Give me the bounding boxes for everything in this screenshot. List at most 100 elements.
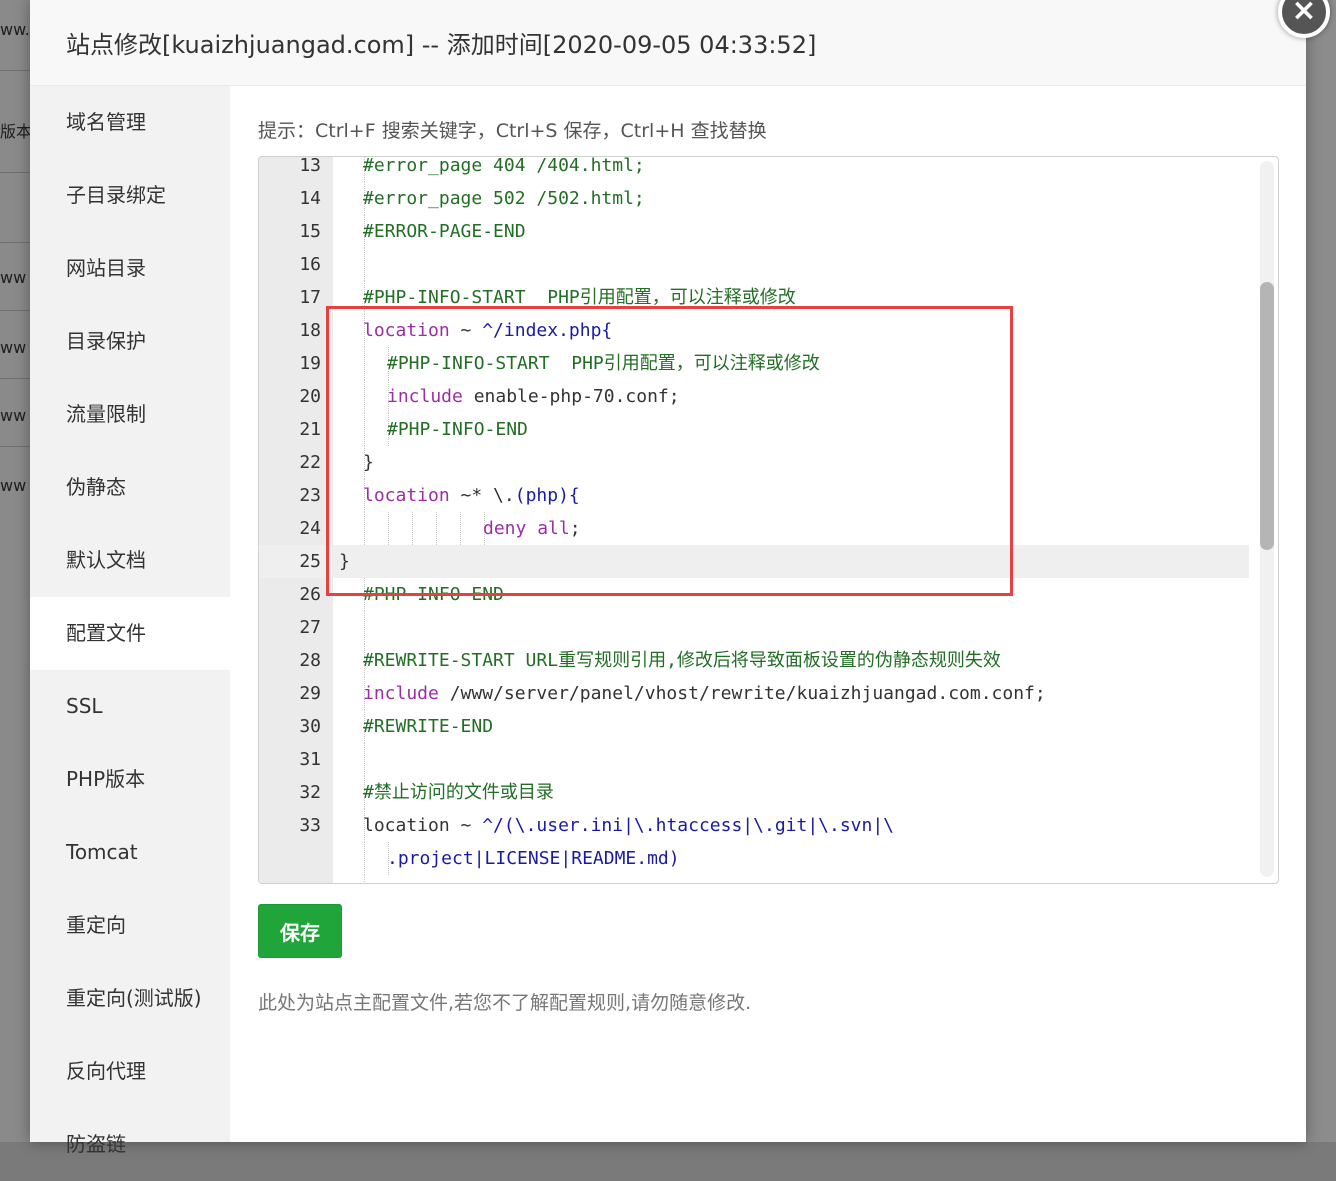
line-number: 30 (299, 716, 321, 737)
code-line[interactable]: 20 include enable-php-70.conf; (259, 380, 1249, 413)
code-token: { (363, 881, 374, 883)
scrollbar-thumb[interactable] (1260, 282, 1274, 550)
indent-guide (364, 248, 366, 281)
shortcut-hint: 提示：Ctrl+F 搜索关键字，Ctrl+S 保存，Ctrl+H 查找替换 (258, 120, 767, 142)
code-token: } (339, 551, 350, 572)
line-number: 18 (299, 320, 321, 341)
background-right-strip (1306, 0, 1336, 1142)
sidebar-item[interactable]: 目录保护 (30, 305, 230, 378)
code-lines: 13 #error_page 404 /404.html; 14 #error_pag… (259, 156, 1249, 883)
sidebar-item[interactable]: 网站目录 (30, 232, 230, 305)
background-text: ww (0, 406, 27, 425)
code-token: deny (483, 518, 527, 539)
editor-scrollbar[interactable] (1260, 161, 1274, 877)
code-text: #PHP-INFO-END (363, 578, 504, 611)
sidebar-item[interactable]: 重定向 (30, 889, 230, 962)
sidebar-item[interactable]: 流量限制 (30, 378, 230, 451)
line-number: 24 (299, 518, 321, 539)
code-text: } (339, 545, 350, 578)
dialog-sidebar: 域名管理 子目录绑定 网站目录 目录保护 流量限制 伪静态 默认文档 配置文件 SSL PHP版本… (30, 86, 230, 1156)
indent-guide (364, 512, 366, 545)
code-text: location ~* \.(php){ (363, 479, 580, 512)
code-line[interactable]: 34 { (259, 875, 1249, 883)
sidebar-item[interactable]: 子目录绑定 (30, 159, 230, 232)
dialog-title: 站点修改[kuaizhjuangad.com] -- 添加时间[2020-09-… (30, 0, 1306, 86)
code-line[interactable]: 21 #PHP-INFO-END (259, 413, 1249, 446)
code-editor[interactable]: 13 #error_page 404 /404.html; 14 #error_pag… (258, 156, 1279, 884)
code-token: include (387, 386, 463, 407)
line-number: 15 (299, 221, 321, 242)
indent-guide (412, 512, 414, 545)
code-token: /www/server/panel/vhost/rewrite/kuaizhju… (438, 683, 1046, 704)
sidebar-item[interactable]: SSL (30, 670, 230, 743)
code-line[interactable]: 19 #PHP-INFO-START PHP引用配置，可以注释或修改 (259, 347, 1249, 380)
sidebar-item[interactable]: 反向代理 (30, 1035, 230, 1108)
code-line[interactable]: 30 #REWRITE-END (259, 710, 1249, 743)
indent-guide (364, 611, 366, 644)
sidebar-item[interactable]: Tomcat (30, 816, 230, 889)
code-text: } (363, 446, 374, 479)
code-line[interactable]: 31 (259, 743, 1249, 776)
background-divider (0, 172, 30, 173)
sidebar-item[interactable]: 重定向(测试版) (30, 962, 230, 1035)
line-number: 19 (299, 353, 321, 374)
code-token: (php){ (514, 485, 580, 506)
code-token: location ~ (363, 815, 483, 836)
code-line[interactable]: 28 #REWRITE-START URL重写规则引用,修改后将导致面板设置的伪静… (259, 644, 1249, 677)
code-line[interactable]: 24 deny all; (259, 512, 1249, 545)
code-token: #REWRITE-START URL重写规则引用,修改后将导致面板设置的伪静态规… (363, 650, 1001, 671)
close-icon: × (1291, 0, 1317, 28)
sidebar-item[interactable]: 伪静态 (30, 451, 230, 524)
line-number: 23 (299, 485, 321, 506)
background-divider (0, 70, 30, 71)
line-number: 13 (299, 156, 321, 176)
code-line[interactable]: 13 #error_page 404 /404.html; (259, 156, 1249, 182)
background-divider (0, 310, 30, 311)
code-line[interactable]: 32 #禁止访问的文件或目录 (259, 776, 1249, 809)
code-text: location ~ ^/(\.user.ini|\.htaccess|\.gi… (363, 809, 894, 842)
code-line[interactable]: 14 #error_page 502 /502.html; (259, 182, 1249, 215)
indent-guide (460, 512, 462, 545)
code-line[interactable]: 17 #PHP-INFO-START PHP引用配置，可以注释或修改 (259, 281, 1249, 314)
code-token: #error_page 502 /502.html; (363, 188, 645, 209)
background-text: ww (0, 476, 27, 495)
line-number: 25 (299, 551, 321, 572)
code-token: location (363, 320, 450, 341)
code-line[interactable]: 16 (259, 248, 1249, 281)
code-line[interactable]: 27 (259, 611, 1249, 644)
indent-guide (364, 743, 366, 776)
code-line[interactable]: 26 #PHP-INFO-END (259, 578, 1249, 611)
line-number: 34 (259, 875, 321, 883)
sidebar-item[interactable]: 域名管理 (30, 86, 230, 159)
line-number: 28 (299, 650, 321, 671)
code-line[interactable]: .project|LICENSE|README.md) (259, 842, 1249, 875)
code-line[interactable]: 18 location ~ ^/index.php{ (259, 314, 1249, 347)
code-line[interactable]: 33 location ~ ^/(\.user.ini|\.htaccess|\.… (259, 809, 1249, 842)
code-token: .project|LICENSE|README.md) (387, 848, 680, 869)
background-text: ww (0, 268, 27, 287)
code-token: #REWRITE-END (363, 716, 494, 737)
sidebar-item[interactable]: 配置文件 (30, 597, 230, 670)
code-line[interactable]: 29 include /www/server/panel/vhost/rewrit… (259, 677, 1249, 710)
code-text: #PHP-INFO-START PHP引用配置，可以注释或修改 (387, 347, 820, 380)
code-text: #PHP-INFO-END (387, 413, 528, 446)
indent-guide (364, 347, 366, 380)
sidebar-item[interactable]: 防盗链 (30, 1108, 230, 1181)
save-button[interactable]: 保存 (258, 904, 342, 958)
line-number: 26 (299, 584, 321, 605)
code-token: enable-php-70.conf; (462, 386, 680, 407)
code-text: include enable-php-70.conf; (387, 380, 680, 413)
sidebar-item[interactable]: 默认文档 (30, 524, 230, 597)
code-token: #PHP-INFO-START PHP引用配置，可以注释或修改 (387, 353, 820, 374)
code-line[interactable]: 25} (259, 545, 1249, 578)
config-warning-note: 此处为站点主配置文件,若您不了解配置规则,请勿随意修改. (258, 992, 752, 1014)
site-edit-dialog: 站点修改[kuaizhjuangad.com] -- 添加时间[2020-09-… (30, 0, 1306, 1156)
code-line[interactable]: 22} (259, 446, 1249, 479)
code-token: #PHP-INFO-END (363, 584, 504, 605)
line-number: 33 (299, 815, 321, 836)
code-line[interactable]: 23 location ~* \.(php){ (259, 479, 1249, 512)
indent-guide (436, 512, 438, 545)
sidebar-item[interactable]: PHP版本 (30, 743, 230, 816)
code-text: #REWRITE-END (363, 710, 493, 743)
code-line[interactable]: 15 #ERROR-PAGE-END (259, 215, 1249, 248)
